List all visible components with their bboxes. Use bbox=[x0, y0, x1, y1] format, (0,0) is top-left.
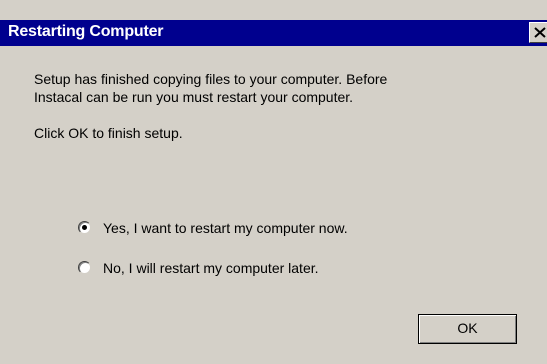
dialog-title: Restarting Computer bbox=[8, 23, 164, 40]
close-icon bbox=[534, 27, 546, 38]
message-line-1: Setup has finished copying files to your… bbox=[34, 71, 388, 87]
radio-restart-now[interactable] bbox=[78, 221, 91, 234]
message-line-2: Instacal can be run you must restart you… bbox=[34, 89, 354, 105]
option-restart-later-label: No, I will restart my computer later. bbox=[103, 260, 319, 276]
close-button[interactable] bbox=[529, 22, 547, 43]
radio-restart-later[interactable] bbox=[78, 261, 91, 274]
radio-selected-dot bbox=[82, 225, 87, 230]
instruction-text: Click OK to finish setup. bbox=[34, 125, 183, 141]
ok-button[interactable]: OK bbox=[418, 314, 517, 344]
title-bar: Restarting Computer bbox=[0, 20, 547, 46]
option-restart-now-label: Yes, I want to restart my computer now. bbox=[103, 220, 348, 236]
restart-dialog: Restarting Computer Setup has finished c… bbox=[0, 0, 547, 364]
